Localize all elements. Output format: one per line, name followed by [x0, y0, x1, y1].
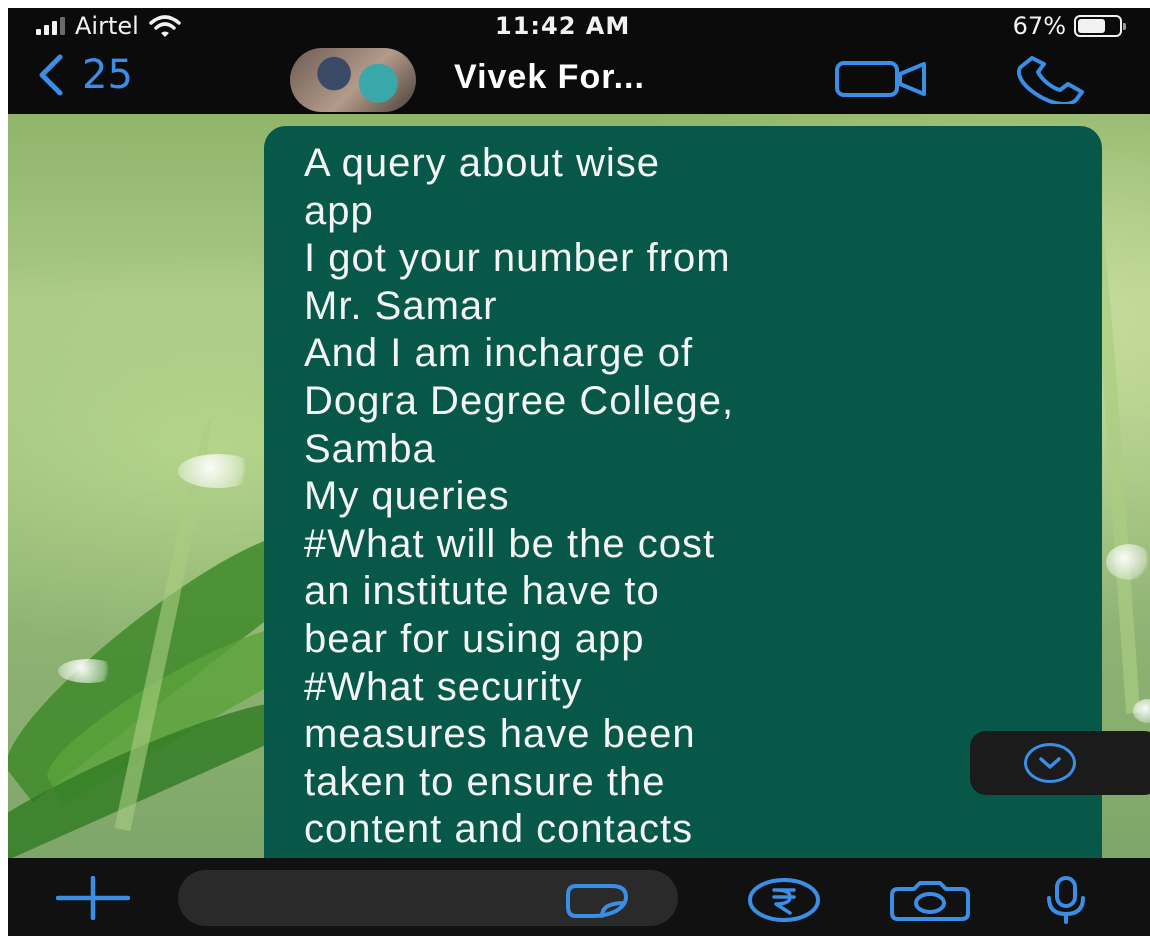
message-line: app — [304, 188, 374, 233]
message-input-bar — [8, 858, 1150, 936]
phone-screen: Airtel 11:42 AM 67% 25 Vivek For... A qu… — [8, 8, 1150, 936]
message-line: measures have been — [304, 712, 696, 757]
chat-header: 25 Vivek For... — [8, 46, 1150, 114]
camera-icon[interactable] — [888, 881, 972, 921]
message-line: an institute have to — [304, 569, 660, 614]
message-line: #What will be the cost — [304, 521, 716, 566]
phone-call-icon[interactable] — [1012, 56, 1088, 104]
battery-fill — [1078, 19, 1105, 33]
status-bar: Airtel 11:42 AM 67% — [8, 8, 1150, 46]
video-call-icon[interactable] — [834, 60, 930, 98]
message-line: bear for using app — [304, 616, 645, 661]
battery-icon — [1074, 15, 1126, 37]
plus-icon[interactable] — [56, 876, 130, 920]
chevron-down-icon — [1039, 757, 1061, 769]
carrier-group: Airtel — [36, 12, 181, 40]
chevron-down-circle — [1024, 743, 1076, 783]
sticker-icon[interactable] — [564, 883, 632, 919]
message-line: A query about wise — [304, 141, 660, 185]
contact-avatar[interactable] — [290, 48, 416, 112]
signal-icon — [36, 17, 65, 35]
message-line: Mr. Samar — [304, 283, 498, 328]
back-button[interactable]: 25 — [36, 52, 133, 98]
message-line: I got your number from — [304, 236, 731, 281]
rupee-payment-icon[interactable] — [746, 877, 822, 923]
chat-area[interactable]: A query about wise app I got your number… — [8, 114, 1150, 858]
contact-name[interactable]: Vivek For... — [454, 58, 645, 97]
scroll-to-bottom-button[interactable] — [970, 731, 1150, 795]
carrier-label: Airtel — [75, 12, 139, 40]
message-line: My queries — [304, 474, 510, 519]
message-line: And I am incharge of — [304, 331, 694, 376]
message-line: #What security — [304, 664, 583, 709]
battery-percent: 67% — [1012, 12, 1066, 40]
wifi-icon — [149, 15, 181, 37]
message-line: Dogra Degree College, — [304, 378, 735, 423]
back-chevron-icon — [39, 54, 63, 96]
microphone-icon[interactable] — [1044, 876, 1088, 924]
unread-count: 25 — [82, 52, 133, 98]
message-line: Samba — [304, 426, 436, 471]
message-line: content and contacts — [304, 807, 694, 852]
status-time: 11:42 AM — [495, 12, 631, 40]
message-line: taken to ensure the — [304, 759, 666, 804]
battery-group: 67% — [1012, 12, 1126, 40]
